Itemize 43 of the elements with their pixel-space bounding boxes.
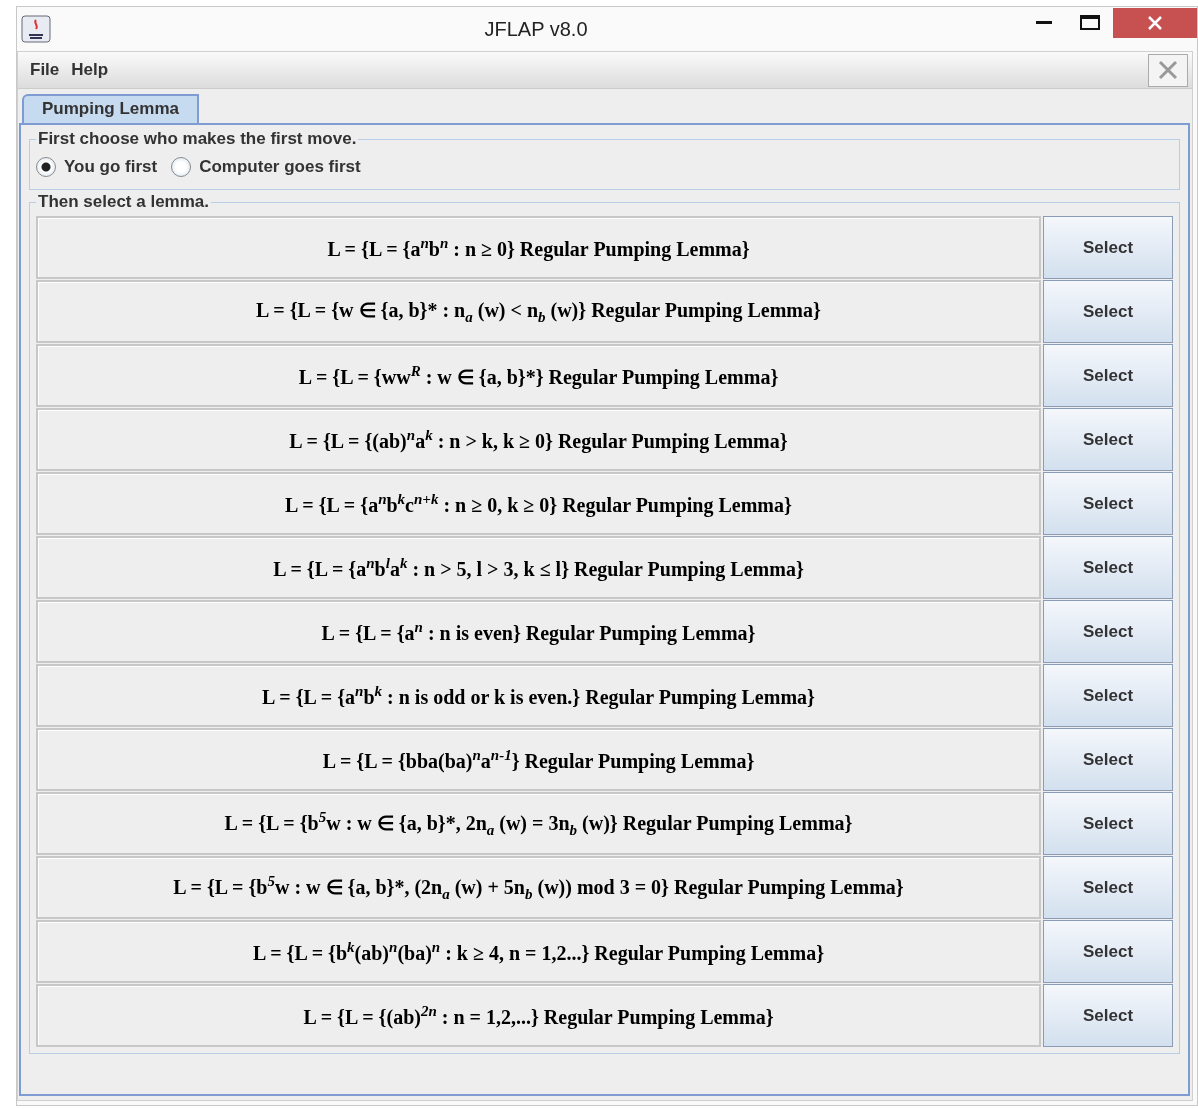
lemma-label: L = {L = {a$^{n}$b$^{l}$a$^{k}$ : n > 5, l > 3, k ≤ l} Regular Pumping Lemma} <box>36 536 1041 599</box>
lemma-label: L = {L = {ww$^{R}$ : w ∈ {a, b}*} Regular Pumping Lemma} <box>36 344 1041 407</box>
close-tab-button[interactable] <box>1148 53 1188 87</box>
select-button[interactable]: Select <box>1043 536 1173 599</box>
select-button[interactable]: Select <box>1043 216 1173 279</box>
lemma-label: L = {L = {a$^{n}$b$^{k}$ : n is odd or k is even.} Regular Pumping Lemma} <box>36 664 1041 727</box>
lemma-label: L = {L = {b$^{5}$w : w ∈ {a, b}*, 2n$_{a}$ (w) = 3n$_{b}$ (w)} Regular Pumping Lemma} <box>36 792 1041 855</box>
group-legend: Then select a lemma. <box>36 192 212 212</box>
lemma-label: L = {L = {w ∈ {a, b}* : n$_{a}$ (w) < n$_{b}$ (w)} Regular Pumping Lemma} <box>36 280 1041 343</box>
lemma-label: L = {L = {a$^{n}$b$^{k}$c$^{n+k}$ : n ≥ 0, k ≥ 0} Regular Pumping Lemma} <box>36 472 1041 535</box>
menu-item[interactable]: Help <box>67 60 113 80</box>
tab[interactable]: Pumping Lemma <box>22 94 199 123</box>
close-button[interactable] <box>1113 8 1197 38</box>
select-button[interactable]: Select <box>1043 920 1173 983</box>
close-icon <box>1147 15 1163 31</box>
select-button[interactable]: Select <box>1043 728 1173 791</box>
java-cup-icon <box>21 15 51 43</box>
select-button[interactable]: Select <box>1043 664 1173 727</box>
select-button[interactable]: Select <box>1043 984 1173 1047</box>
lemma-label: L = {L = {b$^{k}$(ab)$^{n}$(ba)$^{n}$ : k ≥ 4, n = 1,2...} Regular Pumping Lemma} <box>36 920 1041 983</box>
lemma-label: L = {L = {(ab)$^{2n}$ : n = 1,2,...} Regular Pumping Lemma} <box>36 984 1041 1047</box>
window-title: JFLAP v8.0 <box>483 17 589 41</box>
minimize-icon <box>1036 21 1052 25</box>
radio-label: You go first <box>64 157 158 177</box>
select-button[interactable]: Select <box>1043 600 1173 663</box>
lemma-label: L = {L = {a$^{n}$ : n is even} Regular Pumping Lemma} <box>36 600 1041 663</box>
select-button[interactable]: Select <box>1043 408 1173 471</box>
radio-icon[interactable] <box>171 157 192 177</box>
select-button[interactable]: Select <box>1043 856 1173 919</box>
menu-item[interactable]: File <box>26 60 64 80</box>
select-button[interactable]: Select <box>1043 344 1173 407</box>
maximize-icon <box>1080 15 1100 31</box>
select-button[interactable]: Select <box>1043 792 1173 855</box>
lemma-label: L = {L = {(ab)$^{n}$a$^{k}$ : n > k, k ≥ 0} Regular Pumping Lemma} <box>36 408 1041 471</box>
lemma-label: L = {L = {b$^{5}$w : w ∈ {a, b}*, (2n$_{a}$ (w) + 5n$_{b}$ (w)) mod 3 = 0} Regular Pumping Lemma} <box>36 856 1041 919</box>
lemma-label: L = {L = {bba(ba)$^{n}$a$^{n-1}$} Regular Pumping Lemma} <box>36 728 1041 791</box>
lemma-label: L = {L = {a$^{n}$b$^{n}$ : n ≥ 0} Regular Pumping Lemma} <box>36 216 1041 279</box>
select-button[interactable]: Select <box>1043 472 1173 535</box>
group-legend: First choose who makes the first move. <box>36 129 359 149</box>
close-icon <box>1157 59 1179 81</box>
radio-option[interactable]: You go first <box>36 157 158 177</box>
radio-icon[interactable] <box>36 157 56 177</box>
select-button[interactable]: Select <box>1043 280 1173 343</box>
